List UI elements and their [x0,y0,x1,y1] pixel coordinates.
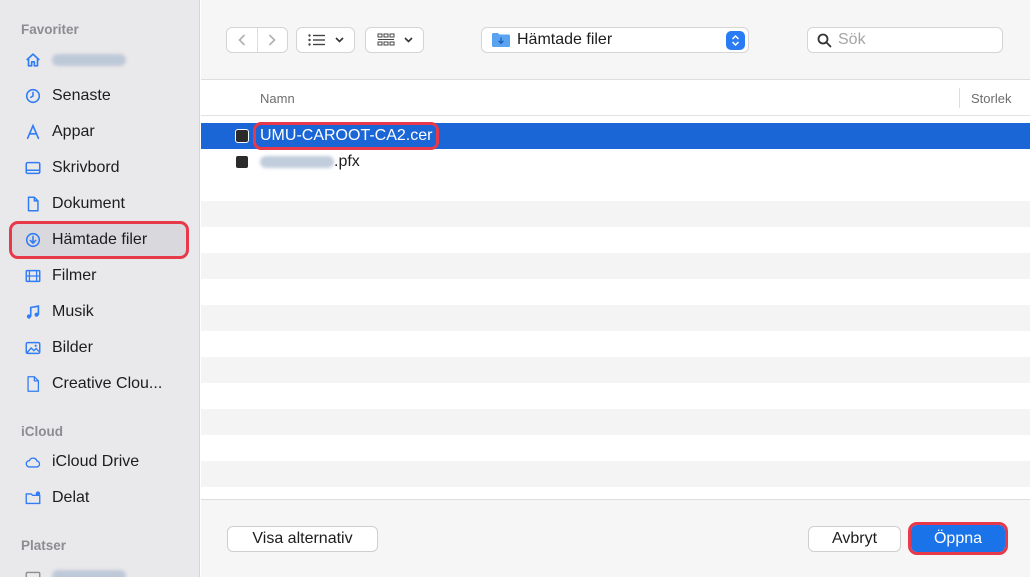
sidebar-item-apps[interactable]: Appar [12,116,186,148]
download-icon [23,230,43,250]
sidebar-item-home[interactable] [12,44,186,76]
column-separator [959,88,960,108]
file-name-group: .pfx [260,153,360,171]
cancel-button[interactable]: Avbryt [808,526,901,552]
column-name[interactable]: Namn [260,91,295,106]
downloads-folder-icon [492,33,510,47]
bottom-bar: Visa alternativ Avbryt Öppna [201,499,1030,577]
empty-row [201,253,1030,279]
chevron-down-icon [334,37,344,43]
search-icon [817,33,832,47]
sidebar-section-places: Platser [21,538,67,553]
home-icon [23,50,43,70]
sidebar-item-label: Delat [52,489,90,506]
sidebar-item-label: Appar [52,123,95,140]
sidebar-section-icloud: iCloud [21,424,63,439]
sidebar-item-movies[interactable]: Filmer [12,260,186,292]
sidebar-item-downloads[interactable]: Hämtade filer [9,221,189,259]
file-list: Namn Storlek UMU-CAROOT-CA2.cer .pfx [201,81,1030,499]
sidebar-item-label: Bilder [52,339,93,356]
empty-row [201,461,1030,487]
empty-row [201,201,1030,227]
grid-icon [377,33,394,46]
sidebar: Favoriter Senaste Appar Skrivbord Dokume… [0,0,200,577]
place-name-blurred [52,570,126,577]
shared-folder-icon [23,488,43,508]
sidebar-item-icloud-drive[interactable]: iCloud Drive [12,446,186,478]
sidebar-item-pictures[interactable]: Bilder [12,332,186,364]
file-name-blurred [260,155,334,168]
location-popup[interactable]: Hämtade filer [481,27,749,53]
empty-row [201,357,1030,383]
sidebar-item-label: Musik [52,303,94,320]
show-options-button[interactable]: Visa alternativ [227,526,378,552]
chevron-down-icon [403,37,413,43]
sidebar-item-label: Dokument [52,195,125,212]
list-icon [307,34,325,46]
clock-icon [23,86,43,106]
apps-icon [23,122,43,142]
forward-button[interactable] [256,28,288,52]
location-stepper [726,31,745,50]
sidebar-item-label: iCloud Drive [52,453,140,470]
sidebar-item-label: Filmer [52,267,97,284]
list-view-button[interactable] [296,27,355,53]
search-field[interactable] [807,27,1003,53]
drive-icon [23,566,43,577]
up-down-chevron-icon [731,34,740,47]
open-button[interactable]: Öppna [908,522,1008,555]
empty-row [201,409,1030,435]
column-size[interactable]: Storlek [971,91,1011,106]
column-header: Namn Storlek [201,81,1030,116]
location-label: Hämtade filer [517,31,613,48]
music-note-icon [23,302,43,322]
photo-icon [23,338,43,358]
document-icon [23,194,43,214]
sidebar-item-label: Hämtade filer [52,231,148,248]
sidebar-item-desktop[interactable]: Skrivbord [12,152,186,184]
navigation-buttons [226,27,288,53]
sidebar-item-shared[interactable]: Delat [12,482,186,514]
certificate-file-icon [235,129,249,143]
chevron-left-icon [238,34,245,46]
empty-row [201,305,1030,331]
sidebar-item-label: Skrivbord [52,159,120,176]
file-extension: .pfx [334,153,360,170]
chevron-right-icon [269,34,276,46]
toolbar: Hämtade filer [201,0,1030,80]
file-row-pfx[interactable]: .pfx [201,149,1030,175]
sidebar-item-music[interactable]: Musik [12,296,186,328]
sidebar-item-creative-cloud[interactable]: Creative Clou... [12,368,186,400]
group-view-button[interactable] [365,27,424,53]
sidebar-item-documents[interactable]: Dokument [12,188,186,220]
certificate-file-icon [235,155,249,169]
sidebar-item-label: Creative Clou... [52,375,163,392]
cloud-icon [23,452,43,472]
sidebar-item-place[interactable] [12,560,186,577]
sidebar-item-recent[interactable]: Senaste [12,80,186,112]
file-icon [23,374,43,394]
file-row-cer[interactable]: UMU-CAROOT-CA2.cer [201,122,1030,150]
back-button[interactable] [227,28,257,52]
search-input[interactable] [838,31,988,49]
home-user-name-blurred [52,54,126,66]
file-name: UMU-CAROOT-CA2.cer [252,122,440,150]
desktop-icon [23,158,43,178]
sidebar-item-label: Senaste [52,87,111,104]
sidebar-section-favorites: Favoriter [21,22,79,37]
film-icon [23,266,43,286]
